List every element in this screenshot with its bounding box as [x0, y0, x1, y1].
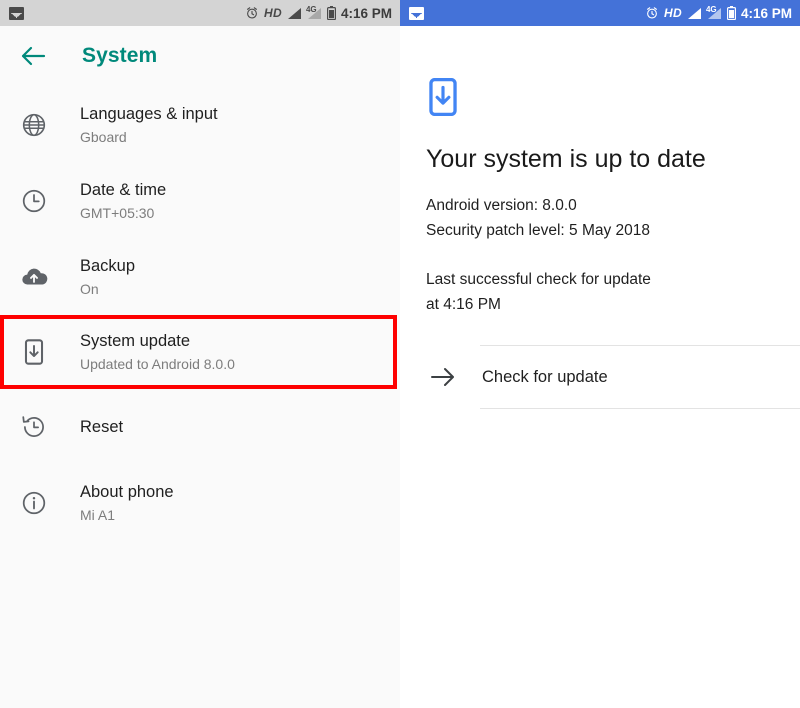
globe-icon	[18, 109, 50, 141]
settings-row-text: Languages & input Gboard	[80, 103, 218, 147]
network-type-signal-icon: 4G	[705, 4, 722, 20]
settings-row-system-update[interactable]: System update Updated to Android 8.0.0	[0, 315, 397, 389]
settings-row-date-time[interactable]: Date & time GMT+05:30	[0, 163, 400, 239]
photo-icon	[409, 6, 424, 20]
settings-row-subtitle: Gboard	[80, 129, 127, 145]
network-label: 4G	[305, 4, 317, 14]
info-circle-icon	[18, 487, 50, 519]
check-for-update-block: Check for update	[400, 345, 800, 409]
android-version-text: Android version: 8.0.0	[426, 197, 577, 214]
settings-row-text: Backup On	[80, 255, 135, 299]
alarm-clock-icon	[645, 6, 659, 20]
status-bar-right-indicators: HD 4G 4:16 PM	[645, 4, 792, 21]
status-bar-right: HD 4G 4:16 PM	[400, 0, 800, 26]
system-update-content: Your system is up to date Android versio…	[400, 26, 800, 409]
settings-row-text: About phone Mi A1	[80, 481, 174, 525]
phone-download-icon	[426, 77, 460, 117]
last-check-line-2: at 4:16 PM	[426, 296, 501, 313]
check-for-update-label: Check for update	[482, 367, 608, 386]
signal-bars-icon	[287, 7, 302, 20]
settings-row-title: Date & time	[80, 181, 167, 199]
history-icon	[18, 411, 50, 443]
last-check-line-1: Last successful check for update	[426, 271, 651, 288]
security-patch-text: Security patch level: 5 May 2018	[426, 222, 651, 239]
check-for-update-button[interactable]: Check for update	[400, 346, 800, 408]
settings-row-about-phone[interactable]: About phone Mi A1	[0, 465, 400, 541]
settings-row-title: Backup	[80, 257, 136, 275]
update-status-heading: Your system is up to date	[426, 145, 706, 173]
network-label: 4G	[705, 4, 717, 14]
settings-row-title: About phone	[80, 483, 174, 501]
phone-download-icon	[18, 336, 50, 368]
settings-row-title: System update	[80, 332, 191, 350]
settings-row-subtitle: On	[80, 281, 99, 297]
hd-label: HD	[264, 6, 282, 20]
app-bar-left: System	[0, 26, 400, 85]
status-bar-left: HD 4G 4:16 PM	[0, 0, 400, 26]
back-arrow-icon[interactable]	[18, 41, 48, 71]
right-panel-system-update: HD 4G 4:16 PM Your system is up to date …	[400, 0, 800, 708]
settings-row-subtitle: Updated to Android 8.0.0	[80, 356, 235, 372]
signal-bars-icon	[687, 7, 702, 20]
settings-row-text: Reset	[80, 416, 123, 438]
status-bar-left-indicators: HD 4G 4:16 PM	[245, 4, 392, 21]
alarm-clock-icon	[245, 6, 259, 20]
settings-row-title: Languages & input	[80, 105, 218, 123]
clock-icon	[18, 185, 50, 217]
last-check-info: Last successful check for update at 4:16…	[426, 267, 726, 317]
cloud-upload-icon	[18, 261, 50, 293]
network-type-signal-icon: 4G	[305, 4, 322, 20]
divider-bottom	[480, 408, 800, 409]
settings-row-backup[interactable]: Backup On	[0, 239, 400, 315]
arrow-right-icon	[428, 362, 458, 392]
page-title: System	[82, 43, 158, 67]
status-bar-time: 4:16 PM	[340, 5, 392, 21]
photo-icon	[9, 6, 24, 20]
settings-row-subtitle: GMT+05:30	[80, 205, 155, 221]
settings-row-languages-input[interactable]: Languages & input Gboard	[0, 87, 400, 163]
settings-row-text: Date & time GMT+05:30	[80, 179, 166, 223]
update-version-info: Android version: 8.0.0 Security patch le…	[426, 193, 800, 243]
settings-row-reset[interactable]: Reset	[0, 389, 400, 465]
settings-row-text: System update Updated to Android 8.0.0	[80, 330, 235, 374]
battery-icon	[726, 6, 736, 20]
dual-screenshot-composite: HD 4G 4:16 PM System Languages & input G…	[0, 0, 800, 708]
hd-label: HD	[664, 6, 682, 20]
settings-row-subtitle: Mi A1	[80, 507, 116, 523]
left-panel-system-settings: HD 4G 4:16 PM System Languages & input G…	[0, 0, 400, 708]
status-bar-time: 4:16 PM	[740, 5, 792, 21]
settings-list: Languages & input Gboard Date & time GMT…	[0, 85, 400, 541]
settings-row-title: Reset	[80, 418, 124, 436]
battery-icon	[326, 6, 336, 20]
